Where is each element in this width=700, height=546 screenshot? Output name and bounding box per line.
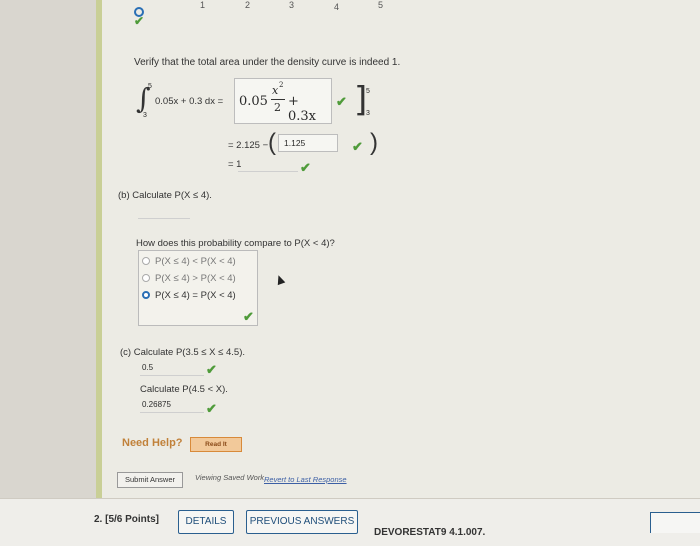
antiderivative-input[interactable]: 0.05 x 2 2 + 0.3x: [234, 78, 332, 124]
integral-upper: 5: [148, 83, 152, 90]
axis-tick: 2: [245, 0, 251, 10]
points-label: 2. [5/6 Points]: [94, 514, 160, 525]
viewing-saved-label: Viewing Saved Work: [195, 473, 265, 482]
integral-lower: 3: [143, 112, 147, 119]
question-panel: [96, 0, 700, 498]
check-icon: ✔: [134, 14, 145, 28]
check-icon: ✔: [300, 160, 311, 175]
paren-open-icon: (: [268, 129, 276, 156]
part-c-answer: 0.5: [142, 363, 154, 372]
axis-tick: 5: [378, 0, 384, 10]
antideriv-coef: 0.05: [239, 94, 268, 109]
option-label: P(X ≤ 4) > P(X < 4): [155, 273, 236, 284]
previous-answers-button[interactable]: PREVIOUS ANSWERS: [246, 510, 358, 534]
radio-icon: [142, 257, 150, 266]
option-label: P(X ≤ 4) = P(X < 4): [155, 290, 236, 301]
integrand: 0.05x + 0.3 dx =: [155, 96, 224, 107]
part-b-input[interactable]: [138, 218, 190, 219]
problem-code: DEVORESTAT9 4.1.007.: [374, 527, 486, 538]
revert-link[interactable]: Revert to Last Response: [264, 475, 347, 484]
check-icon: ✔: [336, 94, 347, 109]
part-c2-answer: 0.26875: [142, 400, 171, 409]
submit-answer-button[interactable]: Submit Answer: [117, 472, 183, 488]
line3-input[interactable]: [238, 171, 298, 172]
partial-button[interactable]: [650, 512, 700, 533]
antideriv-tail: + 0.3x: [288, 94, 317, 124]
check-icon: ✔: [243, 309, 254, 324]
part-c-label: (c) Calculate P(3.5 ≤ X ≤ 4.5).: [120, 347, 245, 358]
read-it-button[interactable]: Read It: [190, 437, 242, 452]
part-c2-input[interactable]: 0.26875: [140, 400, 204, 413]
part-c2-label: Calculate P(4.5 < X).: [140, 384, 228, 395]
part-c-input[interactable]: 0.5: [140, 363, 204, 376]
line2-prefix: = 2.125 −: [228, 140, 269, 151]
need-help-label: Need Help?: [122, 437, 183, 449]
axis-tick: 4: [334, 2, 340, 12]
eval-lower: 3: [366, 110, 370, 117]
radio-icon: [142, 274, 150, 283]
check-icon: ✔: [352, 139, 363, 154]
eval-upper: 5: [366, 88, 370, 95]
verify-text: Verify that the total area under the den…: [134, 57, 401, 68]
radio-selected-icon: [142, 291, 150, 300]
line3-prefix: = 1: [228, 159, 242, 170]
option-row[interactable]: P(X ≤ 4) > P(X < 4): [142, 273, 236, 284]
fraction-bar: [271, 99, 285, 100]
part-b-label: (b) Calculate P(X ≤ 4).: [118, 190, 212, 201]
option-row-selected[interactable]: P(X ≤ 4) = P(X < 4): [142, 290, 236, 301]
antideriv-den: 2: [274, 101, 281, 114]
paren-close-icon: ): [370, 129, 378, 156]
details-button[interactable]: DETAILS: [178, 510, 234, 534]
line2-input[interactable]: 1.125: [278, 134, 338, 152]
option-row[interactable]: P(X ≤ 4) < P(X < 4): [142, 256, 236, 267]
compare-text: How does this probability compare to P(X…: [136, 238, 335, 249]
axis-tick: 3: [289, 0, 295, 10]
antideriv-num: x: [272, 84, 279, 97]
check-icon: ✔: [206, 401, 217, 416]
antideriv-exp: 2: [279, 81, 284, 89]
axis-tick: 1: [200, 0, 206, 10]
check-icon: ✔: [206, 362, 217, 377]
option-label: P(X ≤ 4) < P(X < 4): [155, 256, 236, 267]
line2-value: 1.125: [284, 138, 306, 148]
